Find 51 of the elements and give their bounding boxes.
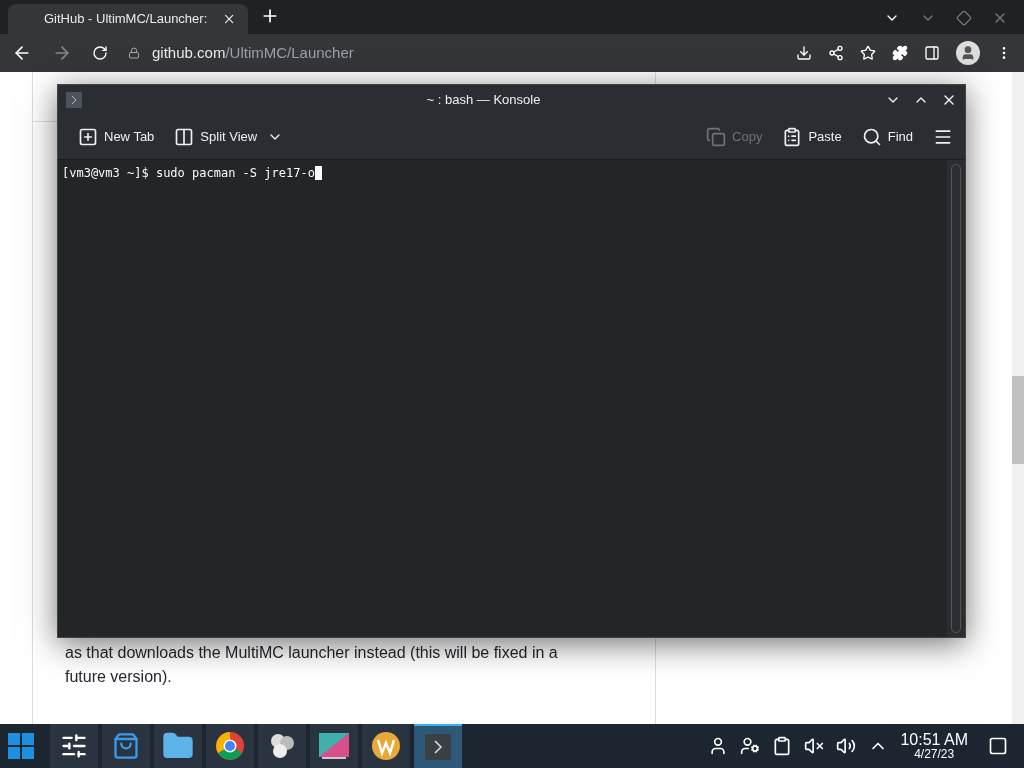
side-panel-icon[interactable] [924, 45, 940, 61]
reload-icon[interactable] [92, 45, 108, 61]
taskbar-app[interactable] [206, 724, 254, 768]
taskbar-app[interactable] [362, 724, 410, 768]
address-bar[interactable]: github.com/UltimMC/Launcher [128, 41, 776, 65]
clock-time: 10:51 AM [900, 732, 968, 748]
avatar-icon[interactable] [956, 41, 980, 65]
toolbar-button[interactable]: New Tab [70, 123, 163, 151]
article-paragraph: as that downloads the MultiMC launcher instead (this will be fixed in a future version). [64, 643, 559, 687]
scrollbar[interactable] [947, 160, 965, 637]
start-icon[interactable] [8, 733, 34, 759]
lock-icon [128, 47, 140, 59]
sliders-icon [60, 732, 88, 760]
taskbar-app[interactable] [310, 724, 358, 768]
toolbar-button[interactable]: Split View [166, 123, 292, 151]
install-icon[interactable] [796, 45, 812, 61]
extensions-icon[interactable] [892, 45, 908, 61]
muted-speaker-icon[interactable] [804, 736, 825, 756]
browser-logo-icon [215, 731, 245, 761]
terminal-line: [vm3@vm3 ~]$ sudo pacman -S jre17-o [62, 164, 943, 182]
clock-date: 4/27/23 [914, 748, 955, 760]
text-cursor [314, 166, 322, 180]
shopping-bag-icon [112, 732, 140, 760]
browser-tab[interactable]: GitHub - UltimMC/Launcher: [8, 4, 248, 34]
toolbar-button[interactable]: Paste [774, 123, 850, 151]
search-icon [861, 127, 882, 147]
taskbar-app[interactable] [258, 724, 306, 768]
scrollbar[interactable] [1012, 72, 1024, 724]
clipboard-icon [782, 127, 803, 147]
clock[interactable]: 10:51 AM 4/27/23 [900, 732, 968, 760]
toolbar-button[interactable]: Find [853, 123, 921, 151]
window-title: ~ : bash — Konsole [425, 91, 542, 110]
plus-square-icon [78, 127, 98, 147]
tab-title: GitHub - UltimMC/Launcher: [44, 10, 209, 29]
clipboard-icon[interactable] [772, 736, 793, 756]
volume-icon[interactable] [836, 736, 857, 756]
columns-icon [174, 127, 195, 147]
editor-app-icon [318, 731, 350, 761]
scrollbar-thumb[interactable] [1012, 376, 1024, 464]
taskbar-app[interactable] [154, 724, 202, 768]
star-icon[interactable] [860, 45, 876, 61]
w-logo-icon [371, 731, 401, 761]
terminal-icon [423, 732, 453, 762]
taskbar-app[interactable] [50, 724, 98, 768]
show-desktop-icon[interactable] [988, 736, 1008, 756]
menu-icon[interactable] [933, 127, 953, 147]
share-icon[interactable] [828, 45, 844, 61]
url-text: github.com/UltimMC/Launcher [152, 42, 354, 63]
terminal-icon [66, 92, 82, 108]
user-status-icon[interactable] [740, 736, 761, 756]
copy-icon [706, 127, 727, 147]
